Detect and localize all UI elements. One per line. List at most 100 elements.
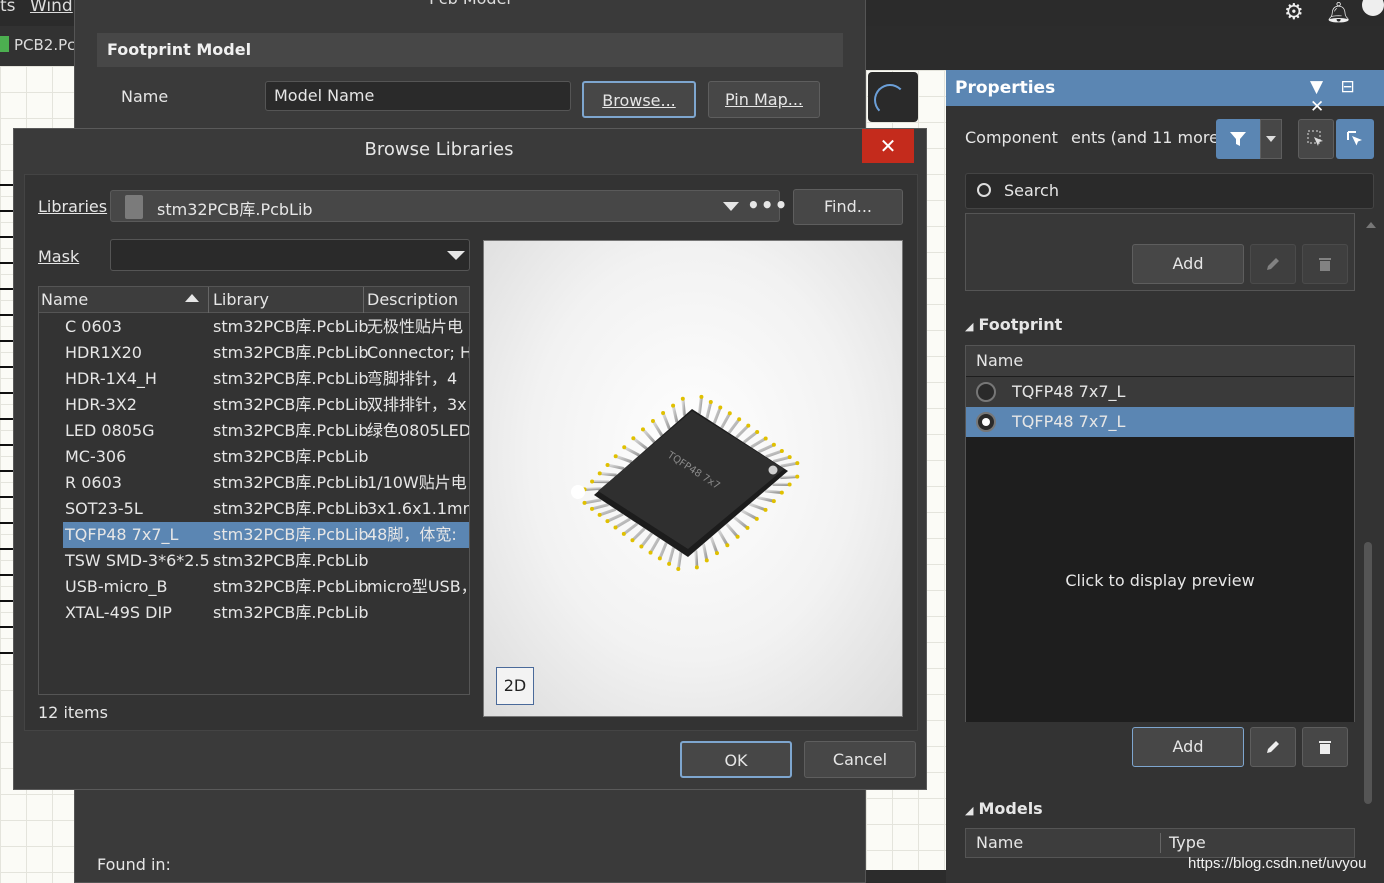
list-row[interactable]: SOT23-5L stm32PCB库.PcbLib 3x1.6x1.1mm bbox=[39, 496, 469, 522]
chip-pin bbox=[742, 431, 758, 444]
component-list[interactable]: Name Library Description C 0603 stm32PCB库… bbox=[38, 286, 470, 695]
chip-pin bbox=[600, 471, 617, 477]
chip-pin-pad bbox=[779, 490, 784, 495]
row-library: stm32PCB库.PcbLib bbox=[213, 525, 369, 544]
list-row[interactable]: LED 0805G stm32PCB库.PcbLib 绿色0805LED bbox=[39, 418, 469, 444]
filter-dropdown[interactable] bbox=[1260, 119, 1282, 159]
footprint-3d-preview[interactable]: TQFP48 7x7 2D bbox=[483, 240, 903, 717]
footprint-column-name[interactable]: Name bbox=[966, 346, 1354, 376]
chip-pin bbox=[671, 406, 679, 423]
list-row[interactable]: MC-306 stm32PCB库.PcbLib bbox=[39, 444, 469, 470]
browse-button[interactable]: Browse... bbox=[582, 81, 696, 118]
component-selection-value: ents (and 11 more) bbox=[1071, 128, 1226, 147]
edit-icon[interactable] bbox=[1250, 244, 1296, 284]
footprint-table: Name TQFP48 7x7_L TQFP48 7x7_L Click to … bbox=[965, 345, 1355, 775]
chip-pin-pad bbox=[631, 436, 636, 441]
canvas-line bbox=[0, 600, 14, 602]
list-row[interactable]: HDR1X20 stm32PCB库.PcbLib Connector; H bbox=[39, 340, 469, 366]
sort-ascending-icon[interactable] bbox=[185, 294, 199, 302]
chip-pin bbox=[720, 413, 731, 429]
menu-item-window[interactable]: Wind bbox=[30, 0, 73, 16]
chevron-down-icon[interactable] bbox=[447, 251, 465, 260]
panel-window-controls-icon[interactable]: ▼ ⊟ ✕ bbox=[1310, 77, 1384, 117]
chip-pin-pad bbox=[621, 531, 626, 536]
chip-pin-pad bbox=[694, 565, 699, 570]
close-icon[interactable]: ✕ bbox=[862, 129, 914, 163]
column-divider[interactable] bbox=[1160, 833, 1161, 853]
chip-pin bbox=[649, 537, 661, 553]
list-row[interactable]: HDR-1X4_H stm32PCB库.PcbLib 弯脚排针，4 bbox=[39, 366, 469, 392]
preview-placeholder[interactable]: Click to display preview bbox=[966, 571, 1354, 590]
list-row-selected[interactable]: TQFP48 7x7_L stm32PCB库.PcbLib 48脚，体宽: bbox=[63, 522, 469, 548]
add-footprint-button[interactable]: Add bbox=[1132, 727, 1244, 767]
row-description: 1/10W贴片电 bbox=[367, 473, 467, 492]
libraries-dropdown[interactable]: stm32PCB库.PcbLib ••• bbox=[110, 190, 787, 222]
footprint-row[interactable]: TQFP48 7x7_L bbox=[966, 377, 1354, 407]
search-input[interactable]: Search bbox=[965, 173, 1374, 209]
column-header-library[interactable]: Library bbox=[213, 290, 269, 309]
chevron-down-icon[interactable] bbox=[723, 202, 739, 211]
footprint-section-header[interactable]: ◢ Footprint bbox=[965, 315, 1062, 334]
pointer-icon bbox=[1347, 131, 1362, 146]
list-row[interactable]: R 0603 stm32PCB库.PcbLib 1/10W贴片电 bbox=[39, 470, 469, 496]
canvas-line bbox=[0, 314, 14, 316]
list-row[interactable]: C 0603 stm32PCB库.PcbLib 无极性贴片电 bbox=[39, 314, 469, 340]
row-name: C 0603 bbox=[65, 317, 122, 336]
scrollbar[interactable] bbox=[1364, 542, 1372, 804]
row-library: stm32PCB库.PcbLib bbox=[213, 343, 369, 362]
radio-button-checked[interactable] bbox=[976, 412, 996, 432]
list-row[interactable]: XTAL-49S DIP stm32PCB库.PcbLib bbox=[39, 600, 469, 626]
spinner-icon bbox=[874, 84, 906, 116]
models-section-header[interactable]: ◢ Models bbox=[965, 799, 1043, 818]
mask-dropdown[interactable] bbox=[110, 239, 470, 271]
section-title: Models bbox=[978, 799, 1043, 818]
gear-icon[interactable]: ⚙ bbox=[1284, 0, 1304, 25]
chip-pin-pad bbox=[605, 519, 610, 524]
chip-pin-pad bbox=[787, 482, 792, 487]
funnel-icon bbox=[1230, 132, 1246, 146]
select-objects-icon[interactable] bbox=[1298, 119, 1334, 159]
scroll-up-icon[interactable] bbox=[1366, 222, 1376, 228]
column-header-description[interactable]: Description bbox=[367, 290, 458, 309]
chip-pin-pad bbox=[763, 507, 768, 512]
column-header-name[interactable]: Name bbox=[41, 290, 88, 309]
column-divider[interactable] bbox=[363, 287, 364, 313]
column-header-type[interactable]: Type bbox=[1169, 829, 1206, 857]
tab-pcb-document[interactable]: PCB2.Pc bbox=[0, 36, 75, 54]
canvas-line bbox=[0, 210, 14, 212]
column-divider[interactable] bbox=[208, 287, 209, 313]
column-header-name[interactable]: Name bbox=[976, 829, 1023, 857]
list-row[interactable]: HDR-3X2 stm32PCB库.PcbLib 双排排针，3x bbox=[39, 392, 469, 418]
canvas-line bbox=[0, 340, 14, 342]
model-name-input[interactable]: Model Name bbox=[265, 81, 571, 111]
row-description: micro型USB， bbox=[367, 577, 469, 596]
footprint-row-selected[interactable]: TQFP48 7x7_L bbox=[966, 407, 1354, 437]
user-avatar[interactable] bbox=[1362, 0, 1384, 16]
bell-icon[interactable]: 🔔︎ bbox=[1326, 0, 1351, 24]
ok-button[interactable]: OK bbox=[680, 741, 792, 778]
delete-icon[interactable] bbox=[1302, 727, 1348, 767]
view-2d-button[interactable]: 2D bbox=[496, 667, 534, 705]
row-library: stm32PCB库.PcbLib bbox=[213, 473, 369, 492]
select-mode-icon[interactable] bbox=[1336, 119, 1374, 159]
filter-icon[interactable] bbox=[1216, 119, 1260, 159]
chip-pin bbox=[725, 522, 739, 537]
tab-label: PCB2.Pc bbox=[14, 36, 76, 54]
more-options-icon[interactable]: ••• bbox=[747, 193, 788, 217]
row-description: 48脚，体宽: bbox=[367, 525, 457, 544]
collapse-triangle-icon: ◢ bbox=[965, 320, 974, 333]
radio-button[interactable] bbox=[976, 382, 996, 402]
add-button[interactable]: Add bbox=[1132, 244, 1244, 284]
delete-icon[interactable] bbox=[1302, 244, 1348, 284]
chip-pin bbox=[727, 419, 740, 434]
list-row[interactable]: TSW SMD-3*6*2.5 stm32PCB库.PcbLib bbox=[39, 548, 469, 574]
pin-map-button[interactable]: Pin Map... bbox=[708, 81, 820, 118]
list-row[interactable]: USB-micro_B stm32PCB库.PcbLib micro型USB， bbox=[39, 574, 469, 600]
edit-icon[interactable] bbox=[1250, 727, 1296, 767]
chip-pin bbox=[624, 446, 640, 457]
chip-pin bbox=[662, 413, 671, 430]
find-button[interactable]: Find... bbox=[793, 189, 903, 225]
menu-item-reports[interactable]: ts bbox=[0, 0, 16, 16]
cancel-button[interactable]: Cancel bbox=[804, 741, 916, 778]
chip-pin-pad bbox=[746, 423, 751, 428]
